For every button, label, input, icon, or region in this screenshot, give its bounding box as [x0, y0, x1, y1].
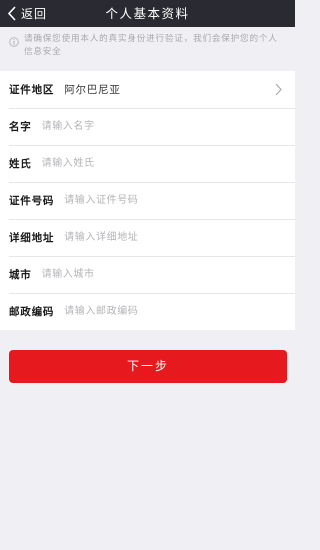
region-value: 阿尔巴尼亚 — [64, 84, 121, 96]
privacy-notice: 请确保您使用本人的真实身份进行验证，我们会保护您的个人信息安全 — [0, 33, 295, 65]
chevron-left-icon — [8, 6, 16, 21]
postcode-label: 邮政编码 — [9, 306, 55, 318]
region-label: 证件地区 — [9, 84, 55, 96]
last-name-label: 姓氏 — [9, 158, 32, 170]
postcode-input[interactable] — [64, 301, 265, 322]
postcode-row: 邮政编码 — [0, 293, 295, 330]
id-number-input[interactable] — [64, 190, 265, 211]
id-number-row: 证件号码 — [0, 182, 295, 219]
city-row: 城市 — [0, 256, 295, 293]
back-label: 返回 — [21, 7, 48, 21]
region-row[interactable]: 证件地区 阿尔巴尼亚 — [0, 71, 295, 108]
last-name-input[interactable] — [41, 153, 242, 174]
first-name-input[interactable] — [41, 116, 242, 137]
back-button[interactable]: 返回 — [8, 0, 47, 27]
first-name-label: 名字 — [9, 121, 32, 133]
city-label: 城市 — [9, 269, 32, 281]
info-circle-icon — [9, 37, 19, 47]
next-step-button[interactable]: 下一步 — [9, 350, 287, 383]
navbar: 返回 个人基本资料 — [0, 0, 295, 27]
personal-info-form: 证件地区 阿尔巴尼亚 名字 姓氏 证件号码 详细地址 城市 邮政编码 — [0, 71, 295, 330]
address-label: 详细地址 — [9, 232, 55, 244]
notice-text: 请确保您使用本人的真实身份进行验证，我们会保护您的个人信息安全 — [24, 34, 278, 57]
id-number-label: 证件号码 — [9, 195, 55, 207]
last-name-row: 姓氏 — [0, 145, 295, 182]
address-row: 详细地址 — [0, 219, 295, 256]
first-name-row: 名字 — [0, 108, 295, 145]
chevron-right-icon — [275, 83, 282, 96]
city-input[interactable] — [41, 264, 242, 285]
address-input[interactable] — [64, 227, 265, 248]
